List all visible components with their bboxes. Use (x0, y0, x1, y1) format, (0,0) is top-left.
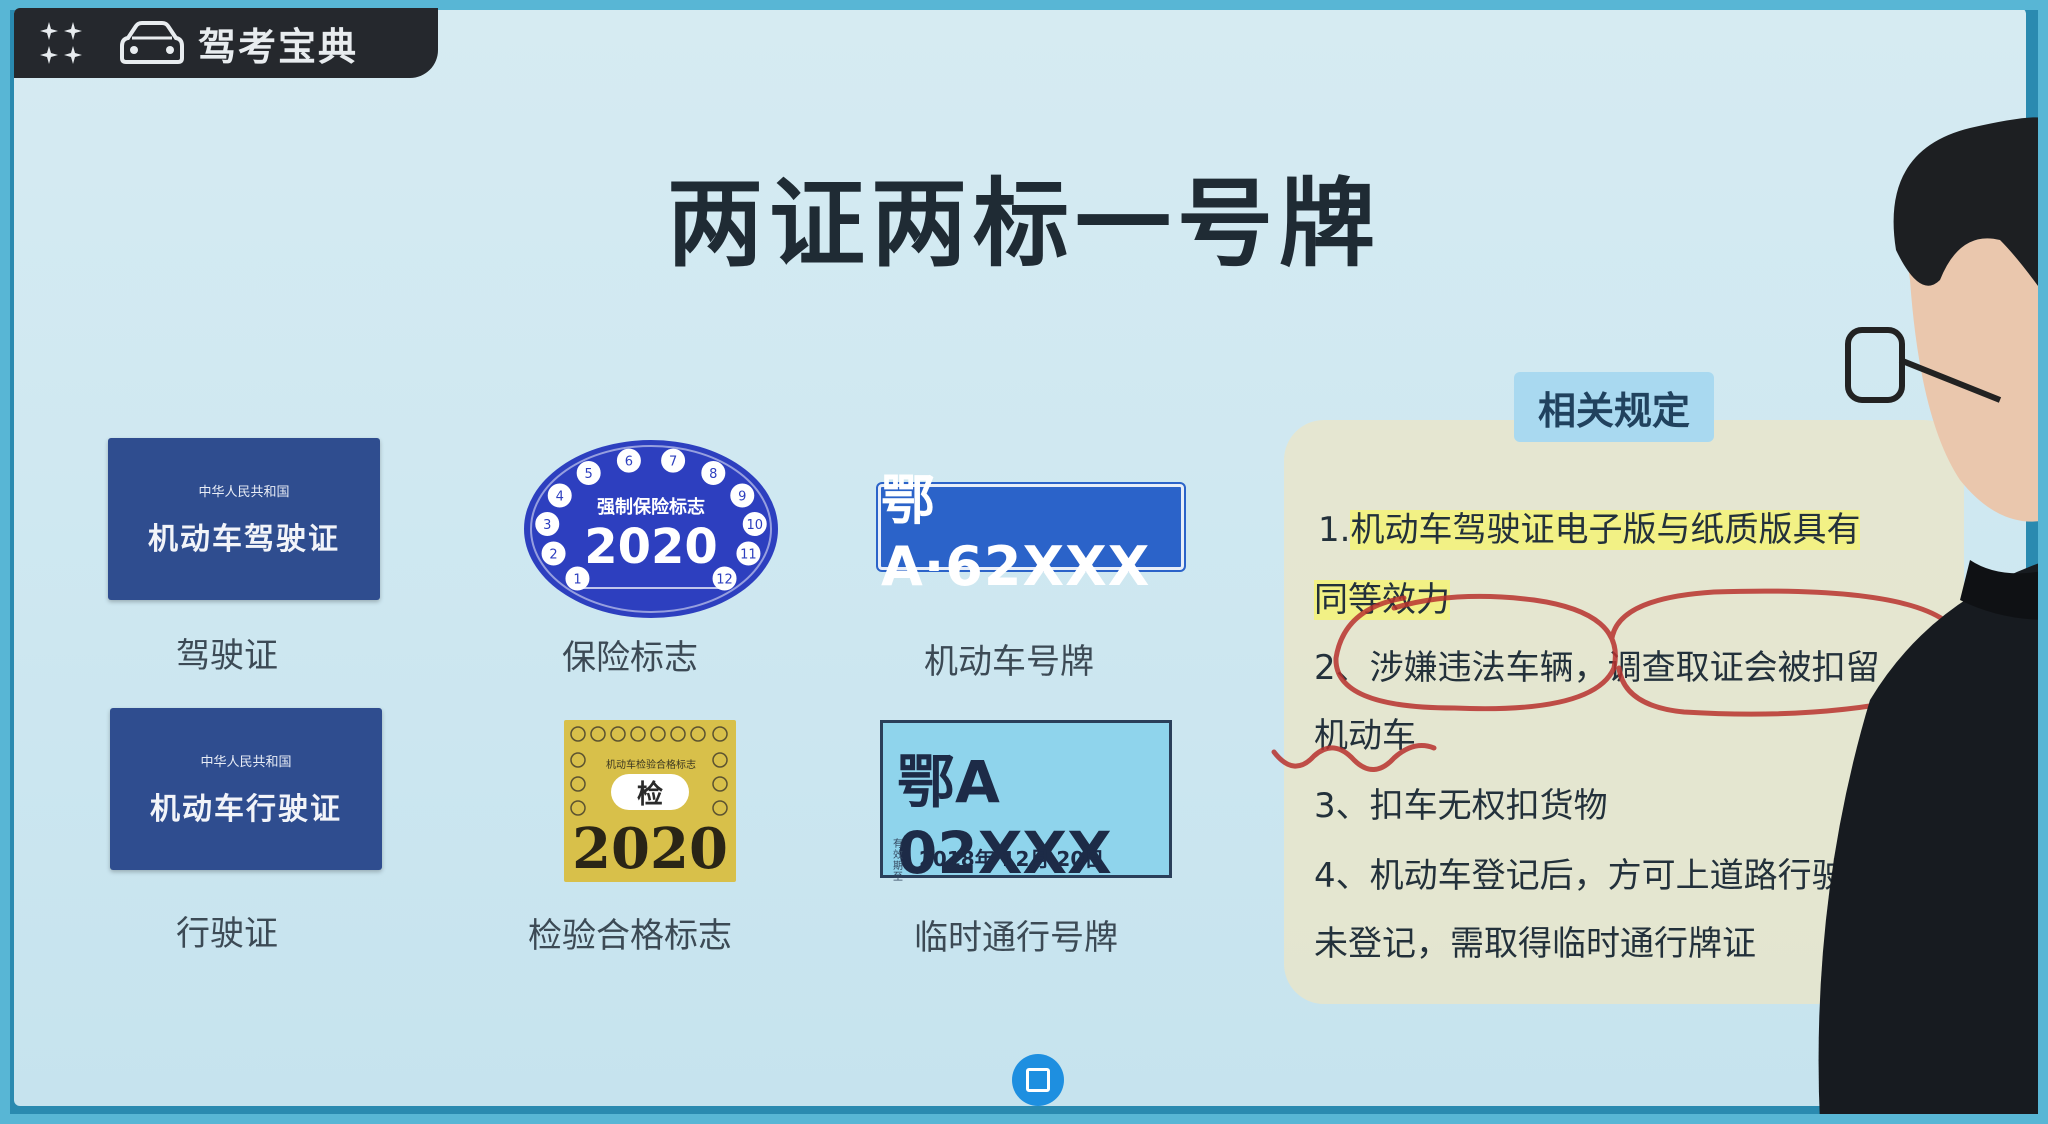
rule-text: 机动车 (1314, 716, 1416, 756)
temp-plate-caption: 临时通行号牌 (914, 918, 1118, 958)
driver-license-card: 中华人民共和国 机动车驾驶证 (108, 438, 380, 600)
rule-line-4: 4、机动车登记后，方可上道路行驶 (1314, 848, 1846, 897)
rules-heading: 相关规定 (1514, 372, 1714, 442)
rule-highlight: 机动车驾驶证电子版与纸质版具有 (1350, 510, 1861, 550)
inspection-badge: 检 (611, 774, 689, 810)
app-badge: 驾考宝典 (14, 8, 438, 78)
driver-license-caption: 驾驶证 (176, 636, 278, 676)
temp-plate-date: 2018年 12月 20日 (919, 847, 1105, 871)
rule-prefix: 1. (1318, 510, 1351, 550)
inspection-label: 机动车检验合格标志 (606, 760, 696, 771)
month-number: 2 (549, 547, 557, 562)
vehicle-plate: 鄂A·62XXX (878, 469, 1184, 598)
insurance-label: 强制保险标志 (597, 496, 705, 518)
rule-line-4-cont: 未登记，需取得临时通行牌证 (1314, 916, 1756, 965)
rule-line-3: 3、扣车无权扣货物 (1314, 778, 1608, 827)
rule-line-2-cont: 机动车 (1314, 708, 1416, 757)
month-number: 9 (738, 489, 746, 504)
plate-caption: 机动车号牌 (924, 642, 1094, 682)
app-name: 驾考宝典 (198, 24, 359, 69)
insurance-year: 2020 (584, 519, 718, 575)
month-number: 1 (573, 572, 581, 587)
inspection-year: 2020 (572, 816, 728, 882)
card-country-text: 中华人民共和国 (200, 754, 292, 770)
rule-line-2: 2、涉嫌违法车辆，调查取证会被扣留 (1314, 640, 1880, 689)
rule-line-1-cont: 同等效力 (1314, 572, 1450, 621)
month-number: 4 (556, 489, 564, 504)
page-title: 两证两标一号牌 (667, 168, 1381, 280)
inspection-caption: 检验合格标志 (528, 916, 732, 956)
month-number: 10 (746, 518, 763, 533)
home-button[interactable] (1012, 1054, 1064, 1106)
slide-screen: 驾考宝典 两证两标一号牌 中华人民共和国 机动车驾驶证 驾驶证 12345678… (14, 8, 2026, 1106)
rule-prefix: 2、 (1314, 648, 1370, 688)
month-number: 8 (709, 467, 717, 482)
plate-text: 鄂A·62XXX (881, 469, 1151, 598)
month-number: 6 (625, 455, 633, 470)
temp-plate-valid-label: 有效期至 (893, 839, 903, 883)
card-title-text: 机动车行驶证 (150, 791, 342, 827)
temporary-plate: 鄂A 02XXX 有效期至 2018年 12月 20日 (880, 720, 1172, 887)
vehicle-license-caption: 行驶证 (176, 914, 278, 954)
month-number: 7 (669, 455, 677, 470)
rule-text: 涉嫌违法车辆，调查取证会被扣留 (1369, 648, 1880, 688)
card-country-text: 中华人民共和国 (198, 484, 290, 500)
month-number: 12 (716, 572, 733, 587)
rule-highlight: 同等效力 (1314, 580, 1450, 620)
vehicle-license-card: 中华人民共和国 机动车行驶证 (110, 708, 382, 870)
square-icon (1026, 1068, 1050, 1092)
rule-text: 3、扣车无权扣货物 (1314, 786, 1608, 826)
rule-text: 未登记，需取得临时通行牌证 (1314, 924, 1756, 964)
month-number: 3 (543, 518, 551, 533)
inspection-sticker: 机动车检验合格标志 检 2020 (564, 720, 736, 882)
sparkle-grid-icon[interactable] (38, 20, 84, 66)
month-number: 11 (740, 547, 757, 562)
car-logo-icon (120, 21, 184, 64)
insurance-sticker: 123456 789101112 强制保险标志 2020 (524, 440, 778, 618)
card-title-text: 机动车驾驶证 (148, 521, 340, 557)
month-number: 5 (585, 467, 593, 482)
rule-line-1: 1.机动车驾驶证电子版与纸质版具有 (1318, 502, 1861, 551)
insurance-caption: 保险标志 (562, 638, 698, 678)
rule-text: 4、机动车登记后，方可上道路行驶 (1314, 856, 1846, 896)
